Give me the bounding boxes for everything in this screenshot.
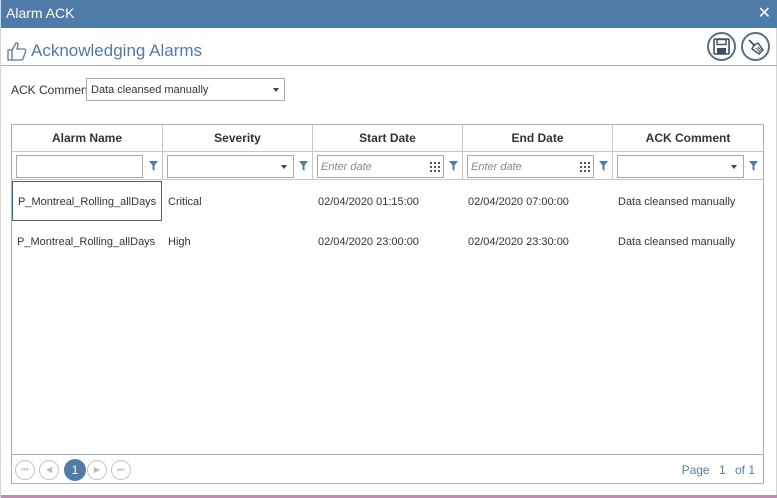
column-header-alarm-name[interactable]: Alarm Name	[12, 125, 163, 152]
ack-comment-select[interactable]: Data cleansed manually	[86, 78, 285, 101]
alarm-ack-window: Alarm ACK ✕ Acknowledging Alarms ACK Com…	[0, 0, 777, 498]
start-date-placeholder: Enter date	[321, 161, 372, 173]
calendar-icon[interactable]	[580, 162, 590, 172]
filter-icon[interactable]	[149, 161, 158, 171]
page-title: Acknowledging Alarms	[31, 41, 203, 60]
table-cell-severity[interactable]: High	[163, 222, 313, 262]
page-info: Page 1 of 1	[676, 463, 755, 477]
table-cell-severity[interactable]: Critical	[163, 182, 313, 222]
severity-filter-select[interactable]	[167, 155, 294, 178]
ack-comment-value: Data cleansed manually	[91, 84, 209, 96]
chevron-down-icon	[273, 88, 279, 92]
column-header-start-date[interactable]: Start Date	[313, 125, 463, 152]
page-header: Acknowledging Alarms	[1, 28, 777, 66]
filter-cell-severity	[163, 152, 313, 180]
alarm-grid: Alarm Name Severity Start Date End Date …	[11, 124, 764, 484]
table-cell-end-date[interactable]: 02/04/2020 23:30:00	[463, 222, 613, 262]
chevron-down-icon	[281, 165, 287, 169]
table-cell-ack-comment[interactable]: Data cleansed manually	[613, 222, 763, 262]
window-title: Alarm ACK	[6, 5, 75, 21]
save-button[interactable]	[707, 32, 736, 61]
table-cell-alarm-name[interactable]: P_Montreal_Rolling_allDays	[12, 181, 162, 221]
filter-icon[interactable]	[449, 161, 458, 171]
next-page-icon[interactable]: ▶	[87, 460, 107, 480]
table-cell-alarm-name[interactable]: P_Montreal_Rolling_allDays	[12, 222, 163, 262]
end-date-filter-input[interactable]: Enter date	[467, 155, 594, 178]
table-cell-start-date[interactable]: 02/04/2020 01:15:00	[313, 182, 463, 222]
ack-comment-label: ACK Comment	[11, 83, 92, 97]
current-page-button[interactable]: 1	[64, 459, 86, 481]
thumbs-up-icon	[7, 42, 27, 61]
title-bar[interactable]: Alarm ACK ✕	[1, 0, 777, 28]
table-cell-ack-comment[interactable]: Data cleansed manually	[613, 182, 763, 222]
chevron-down-icon	[731, 165, 737, 169]
page-label: Page	[681, 463, 710, 477]
table-cell-end-date[interactable]: 02/04/2020 07:00:00	[463, 182, 613, 222]
start-date-filter-input[interactable]: Enter date	[317, 155, 444, 178]
filter-cell-start-date: Enter date	[313, 152, 463, 180]
broom-icon	[748, 39, 764, 55]
last-page-icon[interactable]: ⏭	[111, 460, 131, 480]
filter-cell-alarm-name	[12, 152, 163, 180]
page-number: 1	[718, 463, 726, 477]
column-header-end-date[interactable]: End Date	[463, 125, 613, 152]
filter-cell-ack-comment	[613, 152, 763, 180]
filter-icon[interactable]	[599, 161, 608, 171]
first-page-icon[interactable]: ⏮	[15, 460, 35, 480]
column-header-severity[interactable]: Severity	[163, 125, 313, 152]
filter-icon[interactable]	[749, 161, 758, 171]
end-date-placeholder: Enter date	[471, 161, 522, 173]
close-icon[interactable]: ✕	[758, 3, 771, 22]
pager: ⏮ ◀ 1 ▶ ⏭ Page 1 of 1	[12, 454, 763, 484]
page-total: of 1	[734, 463, 755, 477]
column-header-ack-comment[interactable]: ACK Comment	[613, 125, 763, 152]
filter-cell-end-date: Enter date	[463, 152, 613, 180]
alarm-name-filter-input[interactable]	[16, 155, 143, 178]
clear-button[interactable]	[741, 32, 770, 61]
filter-icon[interactable]	[299, 161, 308, 171]
previous-page-icon[interactable]: ◀	[39, 460, 59, 480]
calendar-icon[interactable]	[430, 162, 440, 172]
ack-comment-filter-select[interactable]	[617, 155, 744, 178]
table-cell-start-date[interactable]: 02/04/2020 23:00:00	[313, 222, 463, 262]
floppy-disk-icon	[713, 38, 730, 55]
